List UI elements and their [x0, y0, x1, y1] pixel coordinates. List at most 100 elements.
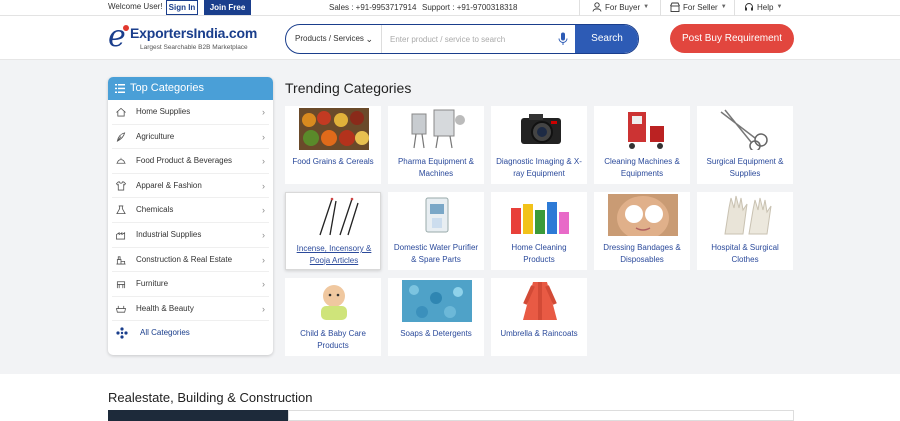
- header: e ExportersIndia.com Largest Searchable …: [0, 16, 900, 60]
- chemicals-icon: [116, 205, 126, 215]
- join-free-button[interactable]: Join Free: [204, 0, 251, 15]
- category-tile-incense-pooja[interactable]: Incense, Incensory & Pooja Articles: [285, 192, 381, 270]
- grid-dots-icon: [116, 327, 128, 339]
- category-tile-label: Hospital & Surgical Clothes: [711, 243, 779, 264]
- search-input[interactable]: [382, 25, 544, 53]
- category-tile-label: Food Grains & Cereals: [292, 157, 374, 166]
- for-seller-label: For Seller: [683, 2, 718, 12]
- category-tile-water-purifier[interactable]: Domestic Water Purifier & Spare Parts: [388, 192, 484, 270]
- category-tile-label: Incense, Incensory & Pooja Articles: [296, 244, 372, 265]
- hospital-clothes-image: [711, 194, 781, 236]
- category-tile-umbrella-raincoats[interactable]: Umbrella & Raincoats: [491, 278, 587, 356]
- umbrella-raincoats-image: [505, 280, 575, 322]
- microphone-icon[interactable]: [558, 32, 568, 46]
- chevron-right-icon: ›: [262, 205, 265, 216]
- sidebar-item-health-beauty[interactable]: Health & Beauty ›: [112, 297, 269, 322]
- post-buy-requirement-button[interactable]: Post Buy Requirement: [670, 24, 794, 53]
- surgical-equipment-image: [711, 108, 781, 150]
- logo-name: ExportersIndia.com: [130, 25, 258, 41]
- category-tile-label: Dressing Bandages & Disposables: [603, 243, 681, 264]
- home-supplies-icon: [116, 107, 126, 117]
- sidebar-item-label: Home Supplies: [136, 107, 191, 116]
- pharma-equipment-image: [402, 108, 472, 150]
- category-tile-cleaning-machines[interactable]: Cleaning Machines & Equipments: [594, 106, 690, 184]
- category-tile-label: Umbrella & Raincoats: [500, 329, 578, 338]
- chevron-right-icon: ›: [262, 303, 265, 314]
- sales-phone: Sales : +91-9953717914: [329, 3, 417, 12]
- sidebar-item-apparel-fashion[interactable]: Apparel & Fashion ›: [112, 174, 269, 199]
- sidebar-item-label: Health & Beauty: [136, 303, 194, 313]
- chevron-down-icon: ⌄: [365, 34, 373, 44]
- chevron-right-icon: ›: [262, 279, 265, 290]
- chevron-right-icon: ›: [262, 131, 265, 142]
- all-categories-label: All Categories: [140, 328, 190, 338]
- sidebar-item-label: Apparel & Fashion: [136, 180, 202, 190]
- sidebar-item-label: Food Product & Beverages: [136, 156, 233, 166]
- sidebar-item-label: Chemicals: [136, 205, 174, 215]
- food-grains-image: [299, 108, 369, 150]
- sidebar-header: Top Categories: [108, 77, 273, 100]
- cleaning-machines-image: [608, 108, 678, 150]
- section-title: Realestate, Building & Construction: [108, 390, 313, 405]
- category-tile-label: Diagnostic Imaging & X-ray Equipment: [496, 157, 582, 178]
- chevron-right-icon: ›: [262, 107, 265, 117]
- baby-care-image: [299, 280, 369, 322]
- divider: [734, 0, 735, 16]
- for-buyer-menu[interactable]: For Buyer ▼: [592, 2, 649, 12]
- section-banner-image[interactable]: [108, 410, 288, 421]
- chevron-down-icon: ▼: [720, 4, 727, 10]
- section-card: [288, 410, 794, 421]
- health-beauty-icon: [115, 305, 127, 313]
- category-tile-home-cleaning[interactable]: Home Cleaning Products: [491, 192, 587, 270]
- search-bar: Products / Services ⌄ Search: [285, 24, 639, 54]
- chevron-right-icon: ›: [262, 156, 265, 167]
- sidebar-item-label: Industrial Supplies: [136, 229, 202, 239]
- category-tile-label: Soaps & Detergents: [400, 329, 472, 338]
- category-tile-label: Surgical Equipment & Supplies: [706, 157, 784, 178]
- home-cleaning-image: [505, 194, 575, 236]
- category-tile-diagnostic-imaging[interactable]: Diagnostic Imaging & X-ray Equipment: [491, 106, 587, 184]
- list-icon: [115, 84, 125, 93]
- all-categories-link[interactable]: All Categories: [112, 321, 269, 345]
- sign-in-button[interactable]: Sign In: [166, 0, 198, 15]
- welcome-text: Welcome User!: [108, 2, 163, 11]
- sidebar-item-label: Construction & Real Estate: [136, 254, 233, 264]
- category-tile-pharma-equipment[interactable]: Pharma Equipment & Machines: [388, 106, 484, 184]
- dressing-bandages-image: [608, 194, 678, 236]
- sidebar-item-construction-real-estate[interactable]: Construction & Real Estate ›: [112, 248, 269, 273]
- top-strip: Welcome User! Sign In Join Free Sales : …: [0, 0, 900, 16]
- sidebar-item-furniture[interactable]: Furniture ›: [112, 272, 269, 297]
- diagnostic-imaging-image: [505, 108, 575, 150]
- sidebar-item-home-supplies[interactable]: Home Supplies ›: [112, 100, 269, 125]
- category-tile-hospital-clothes[interactable]: Hospital & Surgical Clothes: [697, 192, 793, 270]
- trending-categories-title: Trending Categories: [285, 80, 412, 96]
- sidebar-list: Home Supplies › Agriculture › Food Product &…: [108, 100, 273, 322]
- soaps-detergents-image: [402, 280, 472, 322]
- category-tile-soaps-detergents[interactable]: Soaps & Detergents: [388, 278, 484, 356]
- sidebar-title: Top Categories: [130, 82, 204, 94]
- chevron-down-icon: ▼: [643, 4, 650, 10]
- category-tile-surgical-equipment[interactable]: Surgical Equipment & Supplies: [697, 106, 793, 184]
- category-tile-food-grains[interactable]: Food Grains & Cereals: [285, 106, 381, 184]
- category-tile-dressing-bandages[interactable]: Dressing Bandages & Disposables: [594, 192, 690, 270]
- search-button[interactable]: Search: [575, 25, 638, 53]
- sidebar-item-industrial-supplies[interactable]: Industrial Supplies ›: [112, 223, 269, 248]
- furniture-icon: [116, 281, 126, 289]
- food-icon: [116, 158, 126, 164]
- water-purifier-image: [402, 194, 472, 236]
- category-tile-baby-care[interactable]: Child & Baby Care Products: [285, 278, 381, 356]
- search-category-select[interactable]: Products / Services ⌄: [286, 25, 382, 53]
- logo[interactable]: e ExportersIndia.com Largest Searchable …: [108, 21, 258, 55]
- sidebar-item-food-product-beverages[interactable]: Food Product & Beverages ›: [112, 149, 269, 174]
- sidebar-item-chemicals[interactable]: Chemicals ›: [112, 198, 269, 223]
- for-seller-menu[interactable]: For Seller ▼: [670, 2, 727, 12]
- headset-icon: [745, 3, 753, 11]
- incense-pooja-image: [300, 195, 370, 237]
- help-menu[interactable]: Help ▼: [744, 2, 782, 12]
- top-categories-sidebar: Top Categories Home Supplies › Agriculture…: [108, 77, 273, 355]
- chevron-right-icon: ›: [262, 254, 265, 265]
- sidebar-item-label: Furniture: [136, 279, 169, 289]
- divider: [579, 0, 580, 16]
- sidebar-item-agriculture[interactable]: Agriculture ›: [112, 125, 269, 150]
- support-phone: Support : +91-9700318318: [422, 3, 518, 12]
